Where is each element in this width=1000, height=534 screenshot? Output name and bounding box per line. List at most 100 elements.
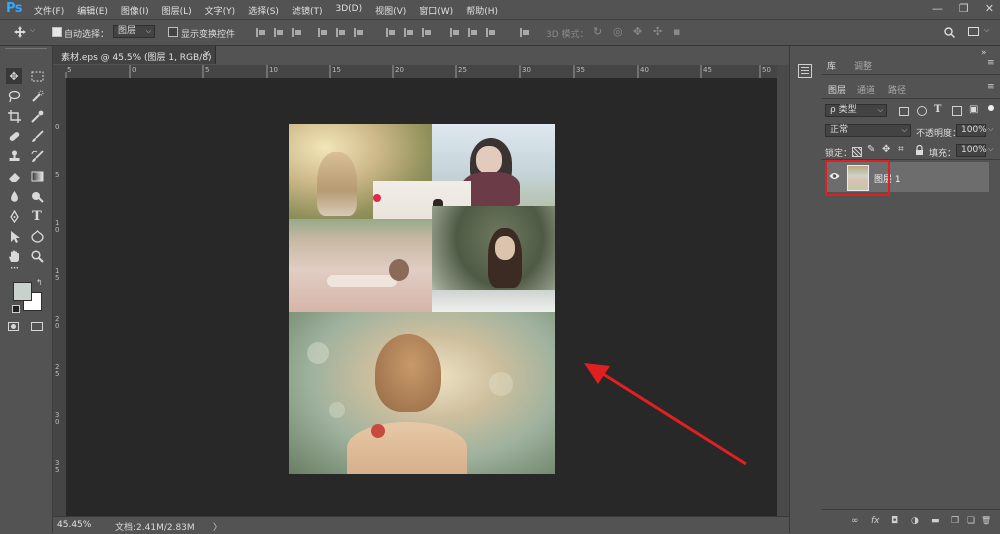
blur-tool-icon[interactable] [6,188,22,204]
menu-file[interactable]: 文件(F) [34,4,64,17]
history-panel-icon[interactable] [798,64,812,78]
filter-smart-object-icon[interactable]: ▣ [969,104,978,115]
align-vcenter-icon[interactable] [274,28,283,37]
filter-type-icon[interactable]: T [934,104,941,115]
3d-roll-icon[interactable]: ◎ [613,25,623,38]
quick-mask-icon[interactable] [8,322,19,331]
layer-filter-dropdown[interactable]: ρ 类型 ⌵ [825,104,887,117]
align-right-icon[interactable] [354,28,363,37]
group-folder-icon[interactable]: ▬ [931,516,940,526]
more-tools-icon[interactable]: ··· [6,260,22,276]
align-bottom-icon[interactable] [292,28,301,37]
tab-adjustments[interactable]: 调整 [854,59,872,72]
filter-pixel-icon[interactable] [899,107,909,116]
layers-menu-icon[interactable]: ≡ [987,82,995,92]
healing-brush-tool-icon[interactable] [6,128,22,144]
tab-library[interactable]: 库 [827,59,836,72]
distribute-bottom-icon[interactable] [422,28,431,37]
quick-select-tool-icon[interactable] [29,88,45,104]
3d-scale-icon[interactable]: ▪ [673,25,680,38]
menu-3d[interactable]: 3D(D) [335,4,362,17]
marquee-tool-icon[interactable] [29,68,45,84]
menu-help[interactable]: 帮助(H) [466,4,498,17]
3d-slide-icon[interactable]: ✣ [653,25,662,38]
search-icon[interactable] [944,27,955,38]
minimize-button[interactable]: — [932,2,943,15]
show-transform-checkbox[interactable] [168,27,178,37]
tab-channels[interactable]: 通道 [857,83,875,96]
lock-transparent-icon[interactable] [852,147,862,157]
menu-select[interactable]: 选择(S) [248,4,279,17]
custom-shape-tool-icon[interactable] [29,228,45,244]
brush-tool-icon[interactable] [29,128,45,144]
move-tool-icon[interactable] [14,26,26,38]
adjustment-layer-icon[interactable]: ◑ [911,516,919,526]
add-mask-icon[interactable]: ◘ [891,516,898,526]
menu-type[interactable]: 文字(Y) [205,4,236,17]
duplicate-layer-icon[interactable]: ❏ [967,516,975,526]
new-layer-icon[interactable]: ❒ [951,516,959,526]
link-layers-icon[interactable]: ∞ [851,516,859,526]
close-icon[interactable]: × [203,49,211,59]
opacity-input[interactable]: 100% [956,124,987,137]
eyedropper-tool-icon[interactable] [29,108,45,124]
blend-mode-dropdown[interactable]: 正常 ⌵ [825,124,911,137]
default-colors-icon[interactable] [12,305,20,313]
filter-adjustment-icon[interactable] [917,106,927,116]
menu-filter[interactable]: 滤镜(T) [292,4,323,17]
zoom-tool-icon[interactable] [29,248,45,264]
vertical-ruler[interactable]: 0 5 1 0 1 5 2 0 2 5 3 0 3 5 [53,78,67,516]
opacity-chevron-icon[interactable]: ⌵ [988,125,993,134]
close-window-button[interactable]: ✕ [985,2,994,15]
document-canvas[interactable] [289,124,555,474]
auto-align-icon[interactable] [520,28,529,37]
menu-layer[interactable]: 图层(L) [162,4,192,17]
fill-chevron-icon[interactable]: ⌵ [988,145,993,154]
distribute-left-icon[interactable] [450,28,459,37]
align-top-icon[interactable] [256,28,265,37]
swap-colors-icon[interactable]: ↰ [36,278,43,287]
document-tab[interactable]: 素材.eps @ 45.5% (图层 1, RGB/8) × [53,46,216,64]
horizontal-ruler[interactable]: 5 0 5 10 15 20 25 30 35 40 45 50 [53,65,777,79]
distribute-right-icon[interactable] [486,28,495,37]
path-selection-tool-icon[interactable] [6,228,22,244]
move-tool-icon[interactable]: ✥ [6,68,22,84]
layer-style-icon[interactable]: fx [871,516,880,526]
history-brush-tool-icon[interactable] [29,148,45,164]
workspace-chevron-icon[interactable]: ⌵ [984,26,989,35]
restore-button[interactable]: ❐ [959,2,969,15]
auto-select-checkbox[interactable] [52,27,62,37]
tab-layers[interactable]: 图层 [828,83,846,96]
lock-artboard-icon[interactable]: ⌗ [898,144,904,155]
lock-position-icon[interactable]: ✥ [882,144,890,155]
pen-tool-icon[interactable] [6,208,22,224]
eraser-tool-icon[interactable] [6,168,22,184]
menu-window[interactable]: 窗口(W) [419,4,453,17]
crop-tool-icon[interactable] [6,108,22,124]
menu-edit[interactable]: 编辑(E) [77,4,108,17]
dodge-tool-icon[interactable] [29,188,45,204]
distribute-hcenter-icon[interactable] [468,28,477,37]
type-tool-icon[interactable]: T [29,208,45,224]
zoom-level[interactable]: 45.45% [57,520,91,530]
align-hcenter-icon[interactable] [336,28,345,37]
align-left-icon[interactable] [318,28,327,37]
3d-rotate-icon[interactable]: ↻ [593,25,602,38]
auto-select-dropdown[interactable]: 图层 ⌵ [113,25,155,38]
tab-paths[interactable]: 路径 [888,83,906,96]
3d-drag-icon[interactable]: ✥ [633,25,642,38]
workspace-icon[interactable] [968,27,979,36]
lasso-tool-icon[interactable] [6,88,22,104]
fill-input[interactable]: 100% [956,144,987,157]
collapse-panel-icon[interactable]: » [981,48,987,58]
distribute-vcenter-icon[interactable] [404,28,413,37]
toolbar-grip[interactable] [5,48,47,54]
lock-image-icon[interactable]: ✎ [867,144,875,155]
trash-icon[interactable]: 🗑 [981,516,991,525]
menu-image[interactable]: 图像(I) [121,4,149,17]
status-menu-arrow-icon[interactable]: 〉 [213,520,222,533]
menu-view[interactable]: 视图(V) [375,4,406,17]
foreground-color-swatch[interactable] [13,282,32,301]
filter-toggle-icon[interactable] [988,105,994,111]
screen-mode-icon[interactable] [31,322,43,331]
